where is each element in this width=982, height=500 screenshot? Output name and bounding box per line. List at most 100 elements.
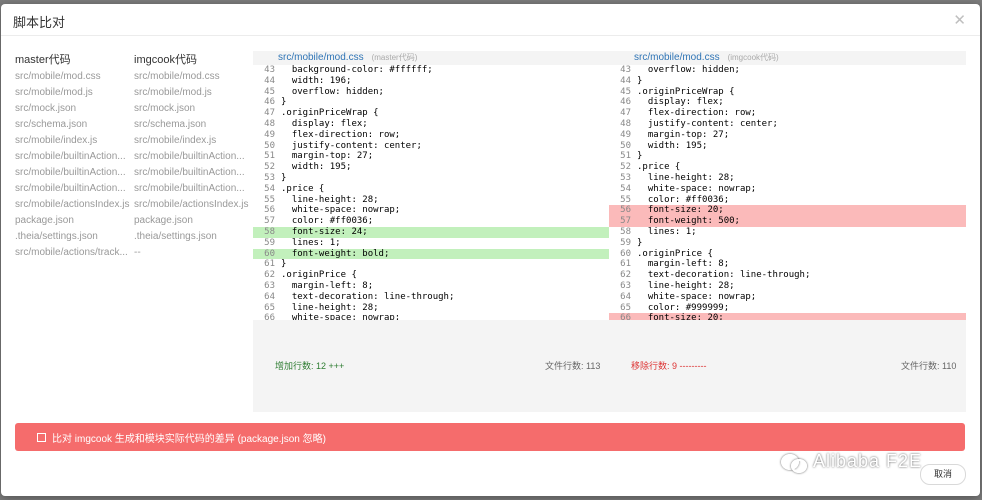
file-list-item[interactable]: src/mobile/builtinAction... (15, 181, 135, 197)
diff-source-tag: (master代码) (371, 53, 418, 62)
code-line: 51} (609, 151, 966, 162)
file-list-item[interactable]: package.json (134, 213, 254, 229)
file-list-item[interactable]: src/schema.json (134, 117, 254, 133)
code-line: 45 overflow: hidden; (253, 87, 610, 98)
line-number: 61 (264, 259, 275, 270)
cancel-button[interactable]: 取消 (920, 464, 966, 485)
file-list-item[interactable]: src/mock.json (134, 101, 254, 117)
file-list-item[interactable]: src/mobile/builtinAction... (15, 165, 135, 181)
code-text: } (637, 237, 643, 248)
line-number: 56 (264, 205, 275, 216)
master-diff-panel[interactable]: src/mobile/mod.css (master代码) 43 backgrou… (253, 51, 610, 320)
compare-alert: 比对 imgcook 生成和模块实际代码的差异 (package.json 忽略… (15, 423, 965, 451)
file-list-item[interactable]: src/mobile/index.js (134, 133, 254, 149)
file-list-item[interactable]: src/mobile/builtinAction... (134, 149, 254, 165)
code-text: justify-content: center; (281, 140, 422, 151)
code-text: } (637, 151, 643, 162)
line-number: 57 (264, 216, 275, 227)
file-list-item[interactable]: package.json (15, 213, 135, 229)
code-line: 50 justify-content: center; (253, 141, 610, 152)
code-line: 61 margin-left: 8; (609, 259, 966, 270)
master-list-header: master代码 (15, 54, 71, 66)
close-icon[interactable]: ✕ (953, 11, 966, 29)
code-text: } (281, 97, 287, 108)
code-text: margin-top: 27; (637, 129, 730, 140)
line-number: 45 (620, 86, 631, 97)
file-list-item[interactable]: src/mobile/actionsIndex.js (134, 197, 254, 213)
code-text: width: 195; (637, 140, 708, 151)
line-number: 65 (264, 302, 275, 313)
code-line: 47 flex-direction: row; (609, 108, 966, 119)
code-line: 53} (253, 173, 610, 184)
code-line: 62 .originPrice { (253, 270, 610, 281)
file-list-item[interactable]: src/mobile/mod.js (134, 85, 254, 101)
code-line: 46} (253, 97, 610, 108)
code-line: 48 display: flex; (253, 119, 610, 130)
file-list-item[interactable]: src/mobile/index.js (15, 133, 135, 149)
removed-lines-stat: 移除行数: 9 --------- (631, 361, 707, 371)
line-number: 59 (264, 237, 275, 248)
code-line: 64 text-decoration: line-through; (253, 292, 610, 303)
file-list-item[interactable]: src/mock.json (15, 101, 135, 117)
compare-checkbox[interactable] (37, 433, 46, 442)
file-list-item[interactable]: -- (134, 245, 254, 261)
code-text: .originPriceWrap { (637, 86, 735, 97)
code-text: font-size: 20; (637, 205, 724, 216)
diff-header: src/mobile/mod.css (master代码) (253, 51, 610, 65)
file-list-item[interactable]: .theia/settings.json (134, 229, 254, 245)
file-list-item[interactable]: src/mobile/mod.css (15, 69, 135, 85)
file-list-item[interactable]: src/mobile/mod.css (134, 69, 254, 85)
code-text: text-decoration: line-through; (281, 291, 455, 302)
code-line: 63 margin-left: 8; (253, 281, 610, 292)
compare-dialog: 脚本比对 ✕ master代码 src/mobile/mod.css src/mo… (1, 4, 980, 496)
imgcook-diff-panel[interactable]: src/mobile/mod.css (imgcook代码) 43 overflo… (609, 51, 966, 320)
line-number: 58 (620, 226, 631, 237)
imgcook-list-header: imgcook代码 (134, 54, 197, 66)
code-line: 54 .price { (253, 184, 610, 195)
code-text: overflow: hidden; (637, 65, 740, 75)
file-list-item[interactable]: src/mobile/builtinAction... (134, 181, 254, 197)
added-code-line: 60 font-weight: bold; (253, 248, 610, 260)
diff-stats: 增加行数: 12 +++ 文件行数: 113 移除行数: 9 ---------… (253, 320, 966, 412)
line-number: 53 (264, 172, 275, 183)
code-line: 46 display: flex; (609, 97, 966, 108)
line-number: 52 (620, 162, 631, 173)
code-text: } (637, 75, 643, 86)
line-number: 61 (620, 259, 631, 270)
code-text: display: flex; (281, 118, 368, 129)
code-line: 53 line-height: 28; (609, 173, 966, 184)
file-list-item[interactable]: .theia/settings.json (15, 229, 135, 245)
line-number: 45 (264, 86, 275, 97)
code-line: 49 flex-direction: row; (253, 130, 610, 141)
code-text: lines: 1; (637, 226, 697, 237)
file-list-item[interactable]: src/mobile/actions/track... (15, 245, 135, 261)
file-list-item[interactable]: src/mobile/actionsIndex.js (15, 197, 135, 213)
line-number: 46 (620, 97, 631, 108)
code-text: margin-top: 27; (281, 151, 374, 162)
file-list-item[interactable]: src/mobile/mod.js (15, 85, 135, 101)
code-text: color: #ff0036; (281, 216, 374, 227)
file-list-item[interactable]: src/mobile/builtinAction... (134, 165, 254, 181)
code-text: white-space: nowrap; (281, 205, 401, 216)
imgcook-file-list: imgcook代码 src/mobile/mod.css src/mobile/m… (134, 52, 254, 261)
code-text: line-height: 28; (637, 280, 735, 291)
added-code-line: 58 font-size: 24; (253, 226, 610, 238)
watermark: Alibaba F2E (781, 451, 922, 474)
line-number: 55 (264, 194, 275, 205)
code-line: 52 width: 195; (253, 162, 610, 173)
line-number: 64 (264, 291, 275, 302)
line-number: 50 (264, 140, 275, 151)
file-list-item[interactable]: src/mobile/builtinAction... (15, 149, 135, 165)
code-text: font-weight: 500; (637, 216, 740, 227)
file-list-item[interactable]: src/schema.json (15, 117, 135, 133)
code-line: 49 margin-top: 27; (609, 130, 966, 141)
line-number: 56 (620, 205, 631, 216)
line-number: 47 (620, 108, 631, 119)
line-number: 46 (264, 97, 275, 108)
line-number: 43 (620, 65, 631, 75)
line-number: 52 (264, 162, 275, 173)
line-number: 48 (620, 118, 631, 129)
code-line: 47 .originPriceWrap { (253, 108, 610, 119)
code-line: 58 lines: 1; (609, 227, 966, 238)
code-line: 44 width: 196; (253, 76, 610, 87)
